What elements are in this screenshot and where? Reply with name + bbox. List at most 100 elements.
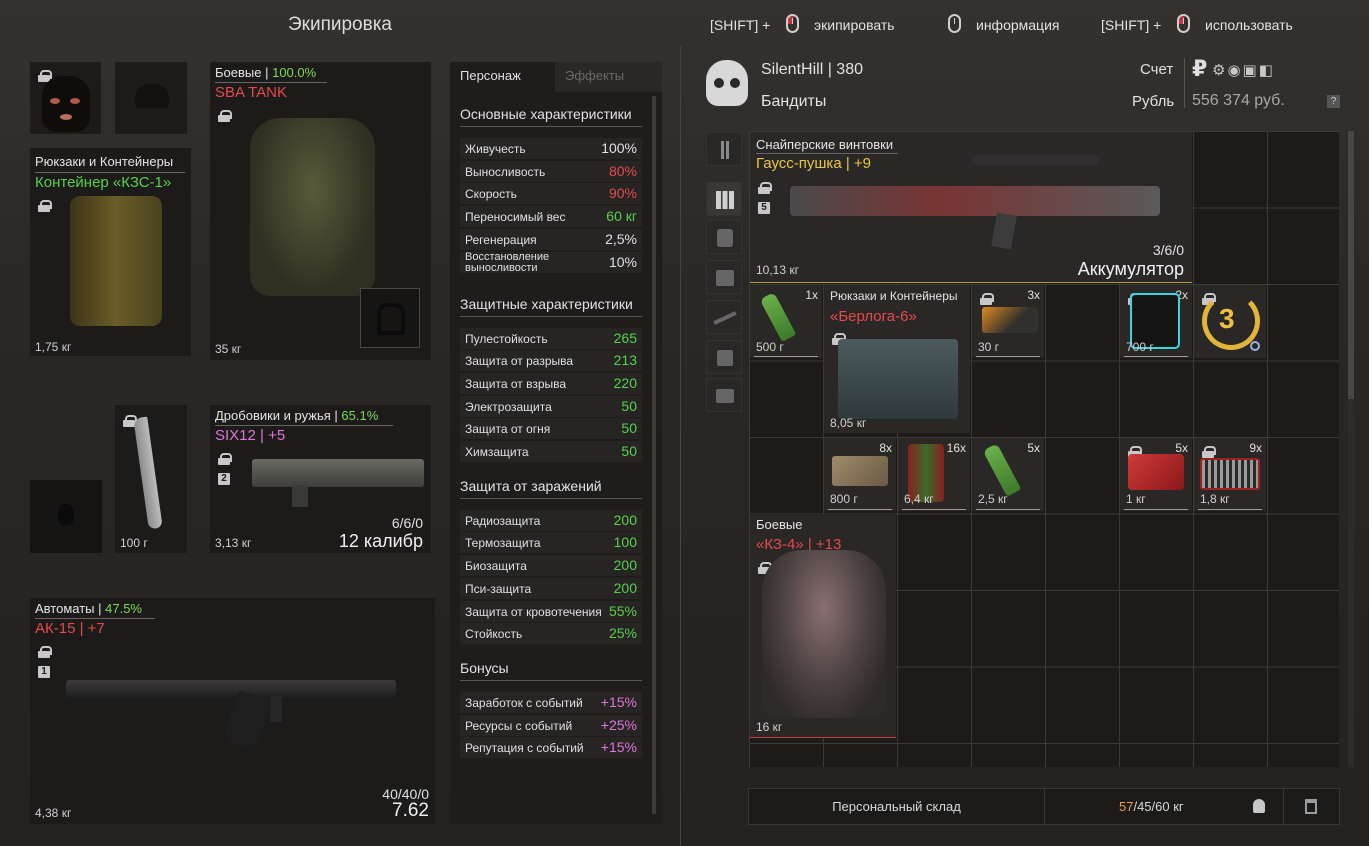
currency-label: Рубль	[1132, 93, 1175, 110]
stat-value: 200	[613, 579, 637, 596]
inv-armor-kz4[interactable]: Боевые «КЗ-4» | +13 16 кг	[750, 514, 896, 738]
shotgun-name: SIX12 | +5	[215, 427, 286, 444]
inventory-screen: Экипировка [SHIFT] + экипировать информа…	[0, 0, 1369, 846]
item-count: 8x	[879, 441, 892, 455]
shotgun-durability: 65.1%	[341, 408, 379, 423]
item-weight: 1 кг	[1126, 492, 1146, 506]
armor-image	[250, 118, 375, 296]
grid-scrollbar-thumb[interactable]	[1348, 131, 1354, 399]
stat-row: Защита от разрыва 213	[460, 350, 642, 372]
item-weight: 2,5 кг	[978, 492, 1008, 506]
item-weight: 1,8 кг	[1200, 492, 1230, 506]
inv-item-bottle[interactable]: 5x 2,5 кг	[972, 438, 1044, 511]
personal-storage-button[interactable]: Персональный склад	[749, 789, 1045, 824]
inv-item-bandage[interactable]: 8x 800 г	[824, 438, 896, 511]
shotgun-image	[252, 459, 424, 487]
mouse-left-icon	[786, 14, 799, 33]
equipped-container-slot[interactable]: Рюкзаки и Контейнеры Контейнер «КЗС-1» 1…	[30, 148, 191, 356]
stat-row: Заработок с событий +15%	[460, 691, 642, 713]
weight-limits: /45/60 кг	[1133, 799, 1184, 814]
hint-use-key: [SHIFT] +	[1101, 17, 1162, 33]
stat-row: Репутация с событий +15%	[460, 737, 642, 759]
stat-row: Переносимый вес 60 кг	[460, 206, 642, 228]
tab-character[interactable]: Персонаж	[450, 62, 555, 92]
crate-image	[838, 339, 958, 419]
equipped-shotgun-slot[interactable]: Дробовики и ружья | 65.1% SIX12 | +5 2 6…	[210, 405, 431, 553]
stat-value: 50	[621, 420, 637, 437]
player-faction: Бандиты	[761, 93, 827, 110]
grid-all-icon[interactable]	[706, 182, 742, 216]
stat-name: Репутация с событий	[465, 741, 584, 756]
armor-attachment-slot[interactable]	[360, 288, 420, 348]
stat-row: Химзащита 50	[460, 441, 642, 462]
ruble-icon[interactable]: ₽	[1192, 56, 1207, 82]
stat-row: Регенерация 2,5%	[460, 228, 642, 250]
armor-filter-icon[interactable]	[706, 220, 742, 254]
stat-row: Защита от огня 50	[460, 418, 642, 440]
item-count: 5x	[1027, 441, 1040, 455]
item-count: 1x	[805, 288, 818, 302]
stat-value: 80%	[608, 162, 637, 179]
inv-gauss-rifle[interactable]: Снайперские винтовки Гаусс-пушка | +9 5 …	[750, 132, 1192, 283]
player-name: SilentHill | 380	[761, 61, 863, 78]
stat-row: Защита от кровотечения 55%	[460, 600, 642, 622]
hint-info: информация	[976, 17, 1060, 33]
shotgun-ammo: 6/6/0	[391, 515, 423, 531]
knife-weight: 100 г	[120, 536, 148, 550]
inv-item-container[interactable]: 2x 700 г	[1120, 285, 1192, 358]
misc-filter-icon[interactable]	[706, 378, 742, 412]
rifle-caliber: 7.62	[392, 800, 429, 821]
footer-bar: Персональный склад 57/45/60 кг	[748, 788, 1340, 825]
stat-name: Выносливость	[465, 164, 546, 179]
stat-name: Радиозащита	[465, 513, 541, 528]
trash-icon[interactable]	[1305, 799, 1317, 814]
currency-icons[interactable]: ⚙◉▣◧	[1212, 61, 1275, 79]
box-icon	[832, 456, 888, 486]
weapon-filter-icon[interactable]	[706, 300, 742, 334]
bottle-icon	[759, 292, 797, 342]
grenade-slot[interactable]	[30, 480, 102, 553]
lock-icon	[758, 182, 772, 194]
berloga-weight: 8,05 кг	[830, 416, 867, 430]
hint-equip-key: [SHIFT] +	[710, 17, 771, 33]
rifle-weight: 4,38 кг	[35, 806, 72, 820]
helmet-slot[interactable]	[115, 62, 187, 134]
equipped-armor-slot[interactable]: Боевые | 100.0% SBA TANK 35 кг	[210, 62, 431, 360]
stat-value: 220	[613, 374, 637, 391]
stat-name: Пси-защита	[465, 581, 532, 596]
stats-scrollbar[interactable]	[652, 96, 656, 814]
inv-item-can[interactable]: 16x 6,4 кг	[898, 438, 970, 511]
shotgun-category: Дробовики и ружья	[215, 408, 331, 423]
mask-slot[interactable]	[30, 62, 101, 134]
stat-row: Живучесть 100%	[460, 138, 642, 159]
inv-backpack-berloga[interactable]: Рюкзаки и Контейнеры «Берлога-6» 8,05 кг	[824, 285, 970, 433]
sort-icon[interactable]	[706, 132, 742, 166]
inv-item-kit[interactable]: 3x 30 г	[972, 285, 1044, 358]
stat-name: Химзащита	[465, 445, 529, 459]
backpack-filter-icon[interactable]	[706, 260, 742, 294]
tab-effects[interactable]: Эффекты	[555, 62, 662, 92]
hint-use: использовать	[1205, 17, 1293, 33]
stat-row: Выносливость 80%	[460, 160, 642, 182]
inv-item-red-case[interactable]: 5x 1 кг	[1120, 438, 1192, 511]
stat-name: Пулестойкость	[465, 331, 548, 346]
knife-slot[interactable]: 100 г	[115, 405, 187, 553]
stat-value: +15%	[600, 693, 637, 710]
stat-name: Живучесть	[465, 142, 526, 156]
inv-item-toolkit[interactable]: 9x 1,8 кг	[1194, 438, 1266, 511]
help-icon[interactable]: ?	[1327, 95, 1340, 108]
item-count: 16x	[946, 441, 966, 455]
medicine-filter-icon[interactable]	[706, 340, 742, 374]
stat-row: Восстановление выносливости 10%	[460, 251, 642, 273]
stat-name: Термозащита	[465, 536, 541, 551]
stats-section-title: Защитные характеристики	[460, 295, 633, 312]
stat-value: 50	[621, 397, 637, 414]
inv-item-vodka[interactable]: 1x 500 г	[750, 285, 822, 358]
equipped-rifle-slot[interactable]: Автоматы | 47.5% АК-15 | +7 1 40/40/0 4,…	[30, 598, 435, 824]
stat-name: Скорость	[465, 187, 517, 202]
stat-row: Защита от взрыва 220	[460, 372, 642, 394]
stat-row: Ресурсы с событий +25%	[460, 714, 642, 736]
inv-item-badge[interactable]: 3	[1194, 285, 1266, 358]
lock-icon	[1202, 446, 1216, 458]
rifle-image	[66, 680, 396, 698]
